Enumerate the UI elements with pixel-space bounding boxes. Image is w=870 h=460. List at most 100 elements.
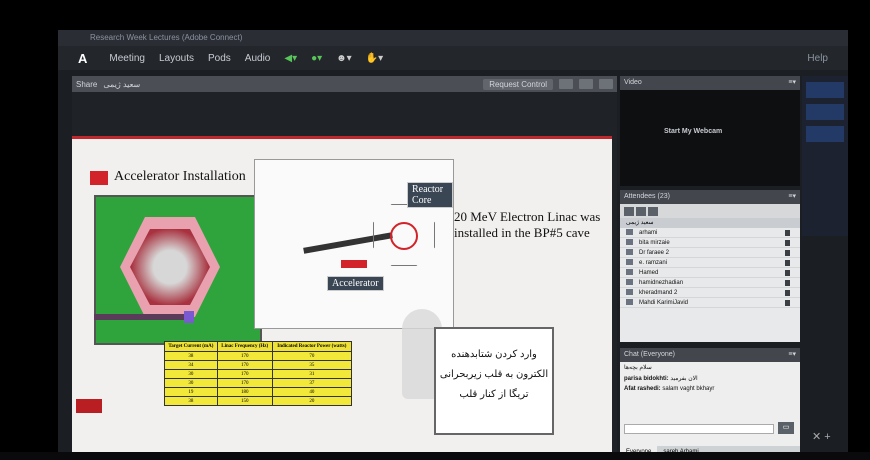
help-menu[interactable]: Help — [807, 53, 828, 64]
user-icon — [626, 259, 633, 266]
attendee-name: Mahdi KarimiJavid — [639, 300, 689, 306]
table-cell: 170 — [216, 369, 273, 379]
institute-logo-icon — [76, 399, 102, 413]
speaker-icon[interactable]: ◀▾ — [284, 53, 297, 64]
table-row: 34 170 35 — [164, 360, 353, 370]
menu-pods[interactable]: Pods — [208, 53, 231, 64]
table-row: 30 170 31 — [164, 369, 353, 379]
table-cell: 31 — [271, 369, 353, 379]
microphone-icon — [785, 240, 790, 246]
chat-title: Chat — [624, 351, 639, 358]
microphone-icon — [785, 300, 790, 306]
microphone-icon — [785, 230, 790, 236]
side-panel-item[interactable] — [806, 126, 844, 142]
attendee-name: e. ramzani — [639, 260, 668, 266]
side-panel-item[interactable] — [806, 82, 844, 98]
microphone-icon — [785, 260, 790, 266]
table-header: Linac Frequency (Hz) — [216, 341, 273, 352]
table-row: 38 170 70 — [164, 351, 353, 361]
attendees-count: (23) — [657, 193, 670, 200]
user-icon — [626, 269, 633, 276]
linac-caption: 20 MeV Electron Linac was installed in t… — [454, 209, 601, 240]
menu-layouts[interactable]: Layouts — [159, 53, 194, 64]
pod-menu-icon[interactable]: ≡▾ — [788, 76, 796, 90]
reactor-power-table: Target Current (mA) Linac Frequency (Hz)… — [164, 341, 353, 406]
table-cell: 19 — [164, 387, 218, 397]
table-cell: 38 — [164, 396, 218, 406]
beam-tube — [94, 314, 184, 320]
share-pod: Share سعید ژیمی Request Control Accelera… — [72, 76, 617, 458]
chat-message: سلام بچه‌ها — [620, 362, 800, 373]
pod-menu-icon[interactable] — [599, 79, 613, 89]
attendee-name: bita mirzaie — [639, 240, 670, 246]
list-item[interactable]: bita mirzaie — [620, 238, 800, 248]
raise-hand-icon[interactable]: ✋▾ — [366, 53, 383, 64]
list-item[interactable]: Mahdi KarimiJavid — [620, 298, 800, 308]
chat-message: Afat rashedi: salam vaght bkhayr — [620, 384, 800, 394]
list-item[interactable]: Dr faraee 2 — [620, 248, 800, 258]
attendee-name: kheradmand 2 — [639, 290, 678, 296]
taskbar — [0, 452, 870, 460]
table-cell: 170 — [216, 378, 273, 388]
facility-diagram: Reactor Core Accelerator — [254, 159, 454, 329]
table-cell: 20 — [271, 396, 353, 406]
user-icon — [626, 289, 633, 296]
full-screen-icon[interactable] — [579, 79, 593, 89]
table-cell: 38 — [164, 351, 218, 361]
presenter-name: سعید ژیمی — [103, 79, 141, 89]
video-pod-title: Video — [624, 79, 642, 86]
list-item[interactable]: e. ramzani — [620, 258, 800, 268]
reactor-core-label: Reactor Core — [407, 182, 453, 208]
chat-message-text: salam vaght bkhayr — [662, 386, 715, 392]
request-control-button[interactable]: Request Control — [483, 78, 553, 90]
chat-message-text: سلام بچه‌ها — [624, 365, 652, 371]
attendee-name: hamidnezhadian — [639, 280, 684, 286]
side-panel-item[interactable] — [806, 104, 844, 120]
table-cell: 37 — [271, 378, 353, 388]
chat-pod: Chat (Everyone) ≡▾ سلام بچه‌ها parisa bi… — [620, 348, 800, 458]
table-cell: 150 — [216, 396, 273, 406]
chat-message-text: الان بفرمید — [670, 376, 698, 382]
user-status-icon[interactable]: ☻▾ — [336, 53, 352, 64]
video-pod-header: Video ≡▾ — [620, 76, 800, 90]
reactor-core-circle — [390, 222, 418, 250]
menu-bar: A Meeting Layouts Pods Audio ◀▾ ●▾ ☻▾ ✋▾… — [58, 46, 848, 70]
chat-input[interactable] — [624, 424, 774, 434]
chat-sender: parisa bidokhti: — [624, 376, 669, 382]
table-cell: 30 — [164, 378, 218, 388]
chat-scope: (Everyone) — [640, 351, 675, 358]
list-item[interactable]: arhami — [620, 228, 800, 238]
menu-audio[interactable]: Audio — [245, 53, 271, 64]
attendees-pod: Attendees (23) ≡▾ سعید ژیمی arhami bita … — [620, 190, 800, 342]
send-message-icon[interactable]: ▭ — [778, 422, 794, 434]
slide-title: Accelerator Installation — [114, 169, 246, 184]
grid-view-icon[interactable] — [636, 206, 646, 216]
table-cell: 180 — [216, 387, 273, 397]
persian-note: وارد کردن شتابدهنده الکترون به قلب زیربح… — [434, 327, 554, 435]
list-view-icon[interactable] — [624, 206, 634, 216]
list-item[interactable]: kheradmand 2 — [620, 288, 800, 298]
pod-menu-icon[interactable]: ≡▾ — [788, 190, 796, 204]
microphone-icon[interactable]: ●▾ — [311, 53, 322, 64]
screen-corner-icons: ✕ + — [812, 431, 831, 443]
pod-menu-icon[interactable]: ≡▾ — [788, 348, 796, 362]
chat-pod-header: Chat (Everyone) ≡▾ — [620, 348, 800, 362]
fit-width-icon[interactable] — [559, 79, 573, 89]
start-webcam-button[interactable]: Start My Webcam — [664, 128, 722, 135]
menu-meeting[interactable]: Meeting — [109, 53, 145, 64]
user-icon — [626, 279, 633, 286]
host-group-header[interactable]: سعید ژیمی — [620, 218, 800, 228]
status-view-icon[interactable] — [648, 206, 658, 216]
microphone-icon — [785, 290, 790, 296]
accelerator-label: Accelerator — [327, 276, 384, 291]
attendee-name: Dr faraee 2 — [639, 250, 670, 256]
table-row: 30 170 37 — [164, 378, 353, 388]
table-header: Target Current (mA) — [164, 341, 218, 352]
table-cell: 35 — [271, 360, 353, 370]
monitor-screen: Research Week Lectures (Adobe Connect) A… — [58, 30, 848, 458]
table-cell: 34 — [164, 360, 218, 370]
attendee-name: Hamed — [639, 270, 659, 276]
user-icon — [626, 299, 633, 306]
list-item[interactable]: hamidnezhadian — [620, 278, 800, 288]
list-item[interactable]: Hamed — [620, 268, 800, 278]
